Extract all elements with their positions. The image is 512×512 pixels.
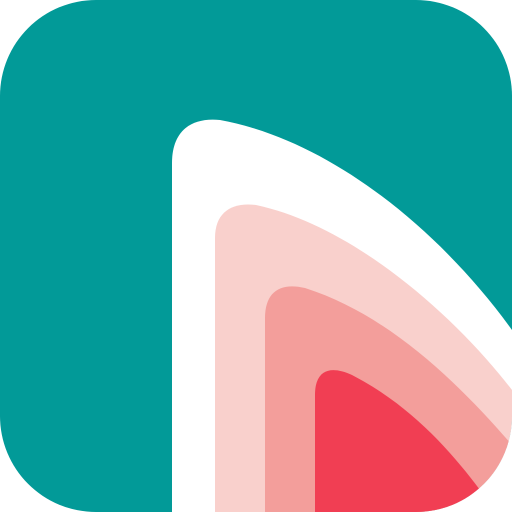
layered-sail-icon — [0, 0, 512, 512]
app-icon[interactable] — [0, 0, 512, 512]
